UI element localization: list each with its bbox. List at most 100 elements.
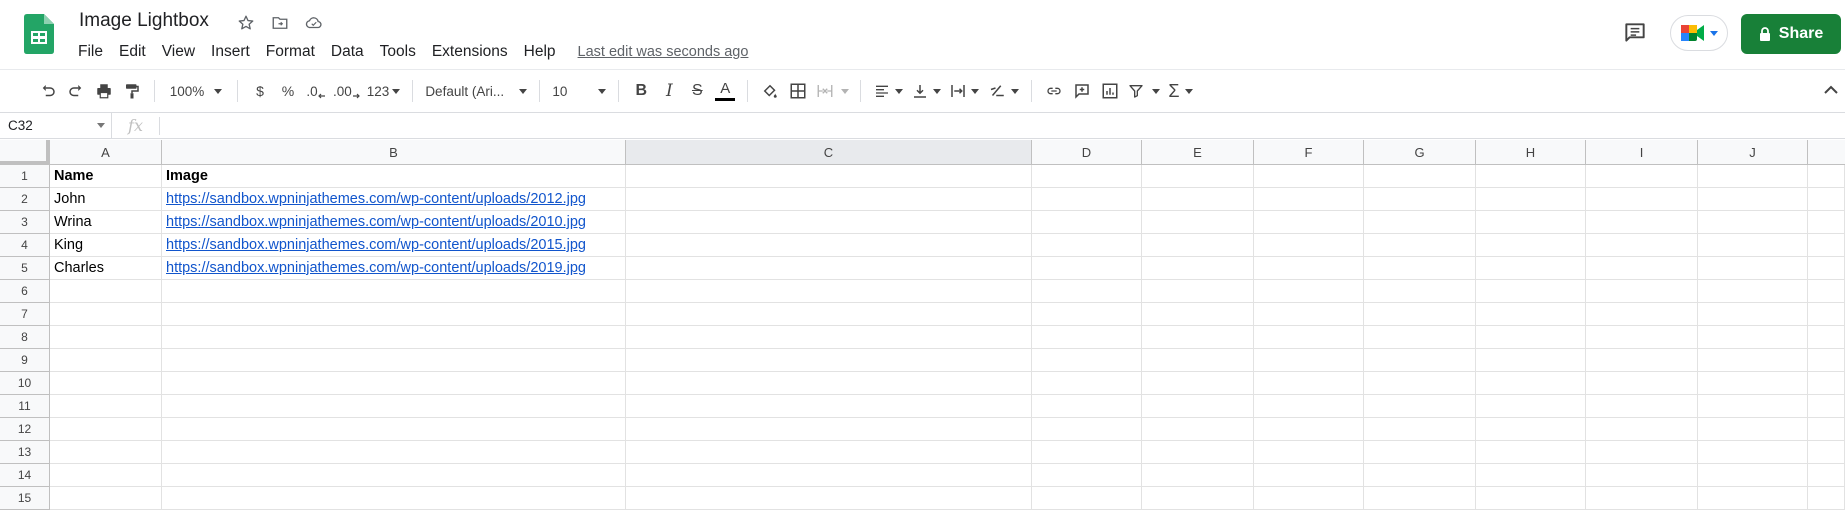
cell-i9[interactable] (1586, 349, 1698, 372)
menu-format[interactable]: Format (258, 40, 323, 64)
cell-i11[interactable] (1586, 395, 1698, 418)
cell-d2[interactable] (1032, 188, 1142, 211)
increase-decimal-button[interactable]: .00 (330, 77, 363, 105)
cell-j14[interactable] (1698, 464, 1808, 487)
cell-c15[interactable] (626, 487, 1032, 510)
cell-f12[interactable] (1254, 418, 1364, 441)
cell-d15[interactable] (1032, 487, 1142, 510)
cell-e12[interactable] (1142, 418, 1254, 441)
cell-d13[interactable] (1032, 441, 1142, 464)
cell-a8[interactable] (50, 326, 162, 349)
cell-g9[interactable] (1364, 349, 1476, 372)
cell-d12[interactable] (1032, 418, 1142, 441)
cell-g1[interactable] (1364, 165, 1476, 188)
cell-overflow14[interactable] (1808, 464, 1845, 487)
text-rotation-icon[interactable] (983, 77, 1023, 105)
cell-j10[interactable] (1698, 372, 1808, 395)
cell-b11[interactable] (162, 395, 626, 418)
cell-h3[interactable] (1476, 211, 1586, 234)
cell-i6[interactable] (1586, 280, 1698, 303)
cell-e2[interactable] (1142, 188, 1254, 211)
cell-b8[interactable] (162, 326, 626, 349)
row-header-5[interactable]: 5 (0, 257, 50, 280)
row-header-6[interactable]: 6 (0, 280, 50, 303)
cell-h4[interactable] (1476, 234, 1586, 257)
meet-button[interactable] (1670, 15, 1728, 51)
menu-insert[interactable]: Insert (203, 40, 258, 64)
menu-data[interactable]: Data (323, 40, 372, 64)
cell-i7[interactable] (1586, 303, 1698, 326)
cell-j5[interactable] (1698, 257, 1808, 280)
cell-h12[interactable] (1476, 418, 1586, 441)
cell-overflow10[interactable] (1808, 372, 1845, 395)
cell-f4[interactable] (1254, 234, 1364, 257)
cell-b2[interactable]: https://sandbox.wpninjathemes.com/wp-con… (162, 188, 626, 211)
cell-c4[interactable] (626, 234, 1032, 257)
cell-d7[interactable] (1032, 303, 1142, 326)
cell-a10[interactable] (50, 372, 162, 395)
decrease-decimal-button[interactable]: .0 (302, 77, 330, 105)
cell-c10[interactable] (626, 372, 1032, 395)
cell-e1[interactable] (1142, 165, 1254, 188)
cell-overflow3[interactable] (1808, 211, 1845, 234)
cell-b9[interactable] (162, 349, 626, 372)
menu-help[interactable]: Help (516, 40, 564, 64)
cell-g13[interactable] (1364, 441, 1476, 464)
cell-b5[interactable]: https://sandbox.wpninjathemes.com/wp-con… (162, 257, 626, 280)
formula-input[interactable] (160, 113, 1845, 139)
cell-b12[interactable] (162, 418, 626, 441)
cell-c1[interactable] (626, 165, 1032, 188)
cell-i3[interactable] (1586, 211, 1698, 234)
cell-f6[interactable] (1254, 280, 1364, 303)
cell-i14[interactable] (1586, 464, 1698, 487)
column-header-d[interactable]: D (1032, 140, 1142, 165)
bold-icon[interactable]: B (627, 77, 655, 105)
column-header-c[interactable]: C (626, 140, 1032, 165)
cell-overflow13[interactable] (1808, 441, 1845, 464)
cell-j12[interactable] (1698, 418, 1808, 441)
sheets-logo-icon[interactable] (24, 14, 54, 54)
cell-d8[interactable] (1032, 326, 1142, 349)
cell-j4[interactable] (1698, 234, 1808, 257)
cell-i2[interactable] (1586, 188, 1698, 211)
column-header-g[interactable]: G (1364, 140, 1476, 165)
document-title[interactable]: Image Lightbox (79, 10, 209, 32)
cell-e7[interactable] (1142, 303, 1254, 326)
filter-icon[interactable] (1124, 77, 1164, 105)
cell-j15[interactable] (1698, 487, 1808, 510)
cell-b1[interactable]: Image (162, 165, 626, 188)
cell-e3[interactable] (1142, 211, 1254, 234)
cell-i10[interactable] (1586, 372, 1698, 395)
cell-f9[interactable] (1254, 349, 1364, 372)
currency-format-button[interactable]: $ (246, 77, 274, 105)
cell-h11[interactable] (1476, 395, 1586, 418)
column-header-j[interactable]: J (1698, 140, 1808, 165)
cell-j9[interactable] (1698, 349, 1808, 372)
cell-f15[interactable] (1254, 487, 1364, 510)
cell-f3[interactable] (1254, 211, 1364, 234)
share-button[interactable]: Share (1741, 14, 1841, 54)
cell-c12[interactable] (626, 418, 1032, 441)
cell-h7[interactable] (1476, 303, 1586, 326)
cell-g2[interactable] (1364, 188, 1476, 211)
cell-f14[interactable] (1254, 464, 1364, 487)
cell-j11[interactable] (1698, 395, 1808, 418)
cell-d4[interactable] (1032, 234, 1142, 257)
redo-icon[interactable] (62, 77, 90, 105)
percent-format-button[interactable]: % (274, 77, 302, 105)
strikethrough-icon[interactable]: S (683, 77, 711, 105)
cell-f8[interactable] (1254, 326, 1364, 349)
cell-overflow15[interactable] (1808, 487, 1845, 510)
cell-j6[interactable] (1698, 280, 1808, 303)
cell-g12[interactable] (1364, 418, 1476, 441)
cell-h8[interactable] (1476, 326, 1586, 349)
cell-b4[interactable]: https://sandbox.wpninjathemes.com/wp-con… (162, 234, 626, 257)
cell-overflow5[interactable] (1808, 257, 1845, 280)
row-header-10[interactable]: 10 (0, 372, 50, 395)
paint-format-icon[interactable] (118, 77, 146, 105)
cell-a2[interactable]: John (50, 188, 162, 211)
cell-c8[interactable] (626, 326, 1032, 349)
cell-h1[interactable] (1476, 165, 1586, 188)
cell-b7[interactable] (162, 303, 626, 326)
cell-overflow1[interactable] (1808, 165, 1845, 188)
